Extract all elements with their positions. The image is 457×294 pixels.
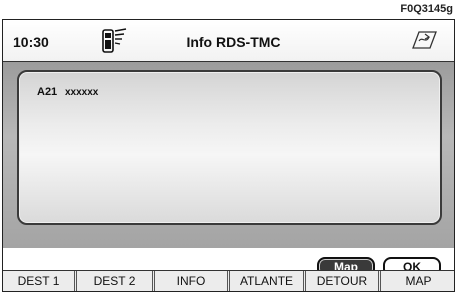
navigation-icon [410, 28, 438, 52]
softkey-bar: DEST 1 DEST 2 INFO ATLANTE DETOUR MAP [3, 270, 454, 291]
softkey-map[interactable]: MAP [381, 271, 454, 291]
message-road: A21 [37, 86, 58, 98]
message-text: xxxxxx [65, 87, 99, 98]
traffic-message-panel[interactable]: A21 xxxxxx [17, 70, 442, 225]
softkey-dest2[interactable]: DEST 2 [77, 271, 155, 291]
status-bar: 10:30 Info RDS-TMC [3, 20, 454, 62]
softkey-detour[interactable]: DETOUR [306, 271, 381, 291]
figure-code: F0Q3145g [400, 3, 453, 15]
softkey-info[interactable]: INFO [155, 271, 230, 291]
softkey-dest1[interactable]: DEST 1 [3, 271, 77, 291]
screen-title: Info RDS-TMC [186, 34, 281, 50]
display-screen: 10:30 Info RDS-TMC A21 xxxxxx Map OK DES… [2, 19, 455, 292]
softkey-atlante[interactable]: ATLANTE [230, 271, 306, 291]
content-area: A21 xxxxxx Map OK [3, 62, 454, 277]
